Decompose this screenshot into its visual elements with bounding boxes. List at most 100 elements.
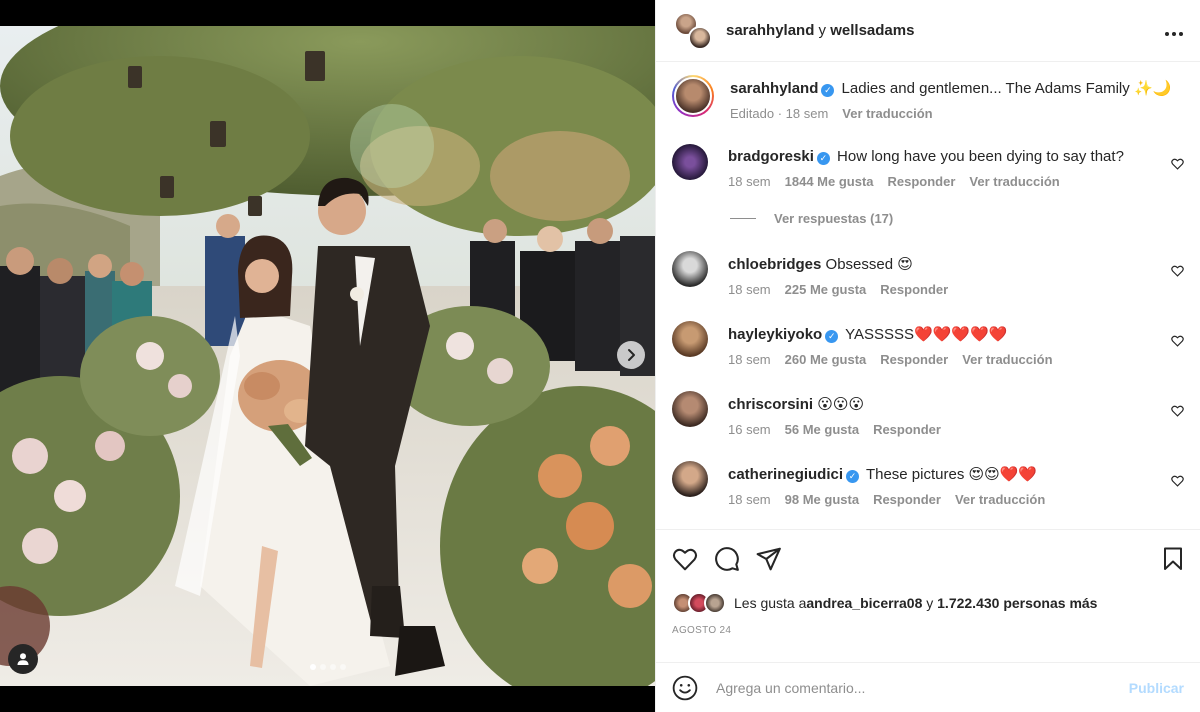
comment-likes[interactable]: 98 Me gusta xyxy=(785,492,859,507)
caption-username[interactable]: sarahhyland xyxy=(730,80,818,97)
header-user-link[interactable]: wellsadams xyxy=(830,22,914,39)
post-photo[interactable] xyxy=(0,26,655,686)
user-icon xyxy=(17,653,29,665)
caption-emoji: ✨🌙 xyxy=(1133,79,1172,97)
post-side-panel: sarahhyland y wellsadams sarahhyland ✓ La… xyxy=(655,0,1200,712)
carousel-dot xyxy=(319,664,326,670)
comment-item: hayleykiyoko ✓ YASSSSS❤️❤️❤️❤️❤️ 18 sem 2… xyxy=(672,321,1184,367)
comment-bubble-icon xyxy=(715,547,739,571)
avatar xyxy=(704,592,726,614)
comment-item: chriscorsini 😮😮😮 16 sem 56 Me gusta Resp… xyxy=(672,391,1184,437)
verified-badge-icon: ✓ xyxy=(816,152,830,165)
comments-list[interactable]: sarahhyland ✓ Ladies and gentlemen... The… xyxy=(656,63,1200,529)
caption-translate-link[interactable]: Ver traducción xyxy=(842,106,932,121)
next-slide-button[interactable] xyxy=(617,341,645,369)
bookmark-icon xyxy=(1164,547,1182,570)
caption-text: Ladies and gentlemen... The Adams Family xyxy=(841,80,1134,97)
avatar xyxy=(674,77,712,115)
comment-text: How long have you been dying to say that… xyxy=(837,148,1124,165)
comment-item: bradgoreski ✓ How long have you been dyin… xyxy=(672,144,1184,189)
header-user-link[interactable]: sarahhyland xyxy=(726,22,814,39)
comment-item: catherinegiudici ✓ These pictures 😍😍❤️❤️ … xyxy=(672,461,1184,507)
photo-pane xyxy=(0,0,655,712)
carousel-dot xyxy=(309,664,316,670)
carousel-dot xyxy=(329,664,336,670)
comment-username[interactable]: catherinegiudici xyxy=(728,466,843,483)
more-options-button[interactable] xyxy=(1164,21,1184,41)
comment-username[interactable]: chloebridges xyxy=(728,256,821,273)
heart-icon xyxy=(1171,475,1184,487)
comment-like-button[interactable] xyxy=(1171,334,1184,352)
comment-text: YASSSSS xyxy=(845,326,915,343)
translate-link[interactable]: Ver traducción xyxy=(955,492,1045,507)
comment-input[interactable] xyxy=(716,679,1129,696)
reply-button[interactable]: Responder xyxy=(873,492,941,507)
action-bar xyxy=(672,530,1184,588)
likes-prefix: Les gusta a xyxy=(734,595,807,611)
share-button[interactable] xyxy=(756,547,782,571)
comment-emoji: 😍 xyxy=(897,255,913,273)
comment-time: 18 sem xyxy=(728,174,771,189)
heart-icon xyxy=(1171,405,1184,417)
avatar[interactable] xyxy=(672,321,708,357)
comment-button[interactable] xyxy=(714,546,740,572)
comment-emoji: ❤️❤️❤️❤️❤️ xyxy=(914,325,1008,343)
avatar[interactable] xyxy=(672,461,708,497)
heart-icon xyxy=(1171,158,1184,170)
comment-like-button[interactable] xyxy=(1171,157,1184,175)
story-ring-avatar[interactable] xyxy=(672,75,714,117)
avatar[interactable] xyxy=(672,144,708,180)
reply-button[interactable]: Responder xyxy=(880,352,948,367)
comment-emoji: 😍😍❤️❤️ xyxy=(968,465,1038,483)
comment-time: 16 sem xyxy=(728,422,771,437)
like-button[interactable] xyxy=(672,547,698,571)
post-header: sarahhyland y wellsadams xyxy=(656,0,1200,62)
tagged-users-button[interactable] xyxy=(8,644,38,674)
liker-avatars xyxy=(672,592,726,614)
more-horizontal-icon xyxy=(1165,31,1183,36)
heart-icon xyxy=(672,548,698,571)
comment-item: chloebridges Obsessed 😍 18 sem 225 Me gu… xyxy=(672,251,1184,297)
comment-like-button[interactable] xyxy=(1171,404,1184,422)
verified-badge-icon: ✓ xyxy=(821,84,835,97)
post-comment-button[interactable]: Publicar xyxy=(1129,680,1184,696)
reply-button[interactable]: Responder xyxy=(873,422,941,437)
paper-plane-icon xyxy=(756,547,781,571)
comment-likes[interactable]: 260 Me gusta xyxy=(785,352,867,367)
avatar[interactable] xyxy=(672,251,708,287)
verified-badge-icon: ✓ xyxy=(825,330,839,343)
reply-button[interactable]: Responder xyxy=(888,174,956,189)
likes-connector: y xyxy=(922,595,938,611)
comment-time: 18 sem xyxy=(728,492,771,507)
translate-link[interactable]: Ver traducción xyxy=(962,352,1052,367)
translate-link[interactable]: Ver traducción xyxy=(969,174,1059,189)
emoji-picker-button[interactable] xyxy=(672,675,698,701)
post-actions-section: Les gusta a andrea_bicerra08 y 1.722.430… xyxy=(656,529,1200,636)
likes-count[interactable]: 1.722.430 personas más xyxy=(937,595,1097,611)
avatar[interactable] xyxy=(672,391,708,427)
save-button[interactable] xyxy=(1162,547,1184,571)
comment-likes[interactable]: 1844 Me gusta xyxy=(785,174,874,189)
comment-username[interactable]: chriscorsini xyxy=(728,396,813,413)
liker-username[interactable]: andrea_bicerra08 xyxy=(806,595,922,611)
comment-likes[interactable]: 225 Me gusta xyxy=(785,282,867,297)
comment-likes[interactable]: 56 Me gusta xyxy=(785,422,859,437)
collab-usernames: sarahhyland y wellsadams xyxy=(726,22,1164,39)
comment-username[interactable]: bradgoreski xyxy=(728,148,814,165)
post-caption: sarahhyland ✓ Ladies and gentlemen... The… xyxy=(672,75,1184,121)
view-replies-button[interactable]: Ver respuestas (17) xyxy=(730,211,1184,226)
reply-button[interactable]: Responder xyxy=(880,282,948,297)
comment-emoji: 😮😮😮 xyxy=(817,395,865,413)
post-date[interactable]: AGOSTO 24 xyxy=(672,625,1184,636)
collab-avatars[interactable] xyxy=(674,11,712,50)
comment-username[interactable]: hayleykiyoko xyxy=(728,326,822,343)
wedding-photo xyxy=(0,26,655,686)
carousel-dot xyxy=(339,664,346,670)
comment-text: Obsessed xyxy=(825,256,898,273)
comment-like-button[interactable] xyxy=(1171,474,1184,492)
view-replies-label: Ver respuestas (17) xyxy=(774,211,894,226)
comment-time: 18 sem xyxy=(728,352,771,367)
smiley-icon xyxy=(672,675,698,700)
header-connector: y xyxy=(814,22,831,39)
comment-like-button[interactable] xyxy=(1171,264,1184,282)
